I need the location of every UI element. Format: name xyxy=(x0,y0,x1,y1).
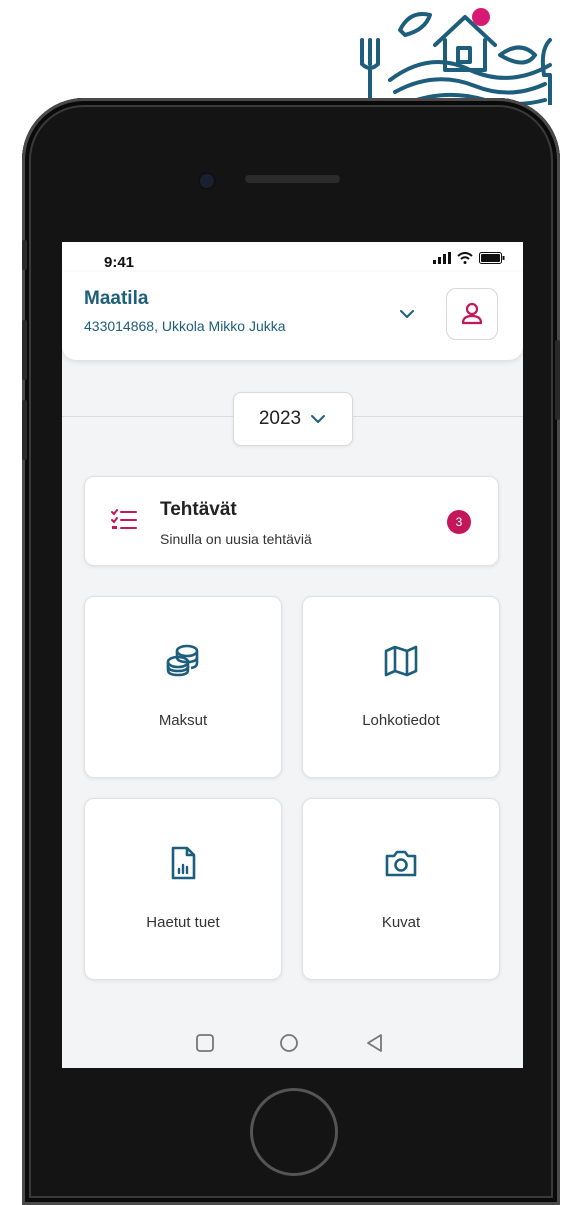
volume-up-button xyxy=(22,320,27,380)
chevron-down-icon xyxy=(311,415,326,423)
status-time: 9:41 xyxy=(104,254,135,271)
status-icons xyxy=(433,252,505,264)
tile-maksut[interactable]: Maksut xyxy=(84,596,282,778)
back-icon[interactable] xyxy=(364,1032,386,1054)
tile-label: Lohkotiedot xyxy=(362,712,440,729)
document-chart-icon xyxy=(171,846,196,880)
app-screen: 9:41 Maatila 433014868, Ukkola Mikko Juk… xyxy=(62,242,523,1068)
earpiece-speaker xyxy=(245,175,340,183)
home-icon[interactable] xyxy=(278,1032,300,1054)
tile-label: Haetut tuet xyxy=(146,914,220,931)
recent-apps-icon[interactable] xyxy=(194,1032,216,1054)
home-button[interactable] xyxy=(250,1088,338,1176)
tile-haetut-tuet[interactable]: Haetut tuet xyxy=(84,798,282,980)
farm-title: Maatila xyxy=(84,288,149,309)
task-list-icon xyxy=(111,509,137,529)
signal-icon xyxy=(433,252,451,264)
camera-icon xyxy=(385,850,417,877)
tile-label: Kuvat xyxy=(381,914,421,931)
tile-kuvat[interactable]: Kuvat xyxy=(302,798,500,980)
power-button xyxy=(555,340,560,420)
divider-left xyxy=(62,416,233,417)
coins-icon xyxy=(166,644,199,677)
front-camera xyxy=(198,172,216,190)
tasks-card[interactable]: Tehtävät Sinulla on uusia tehtäviä 3 xyxy=(84,476,499,566)
wifi-icon xyxy=(457,252,473,264)
system-nav-bar xyxy=(62,1014,523,1068)
brand-logo xyxy=(360,8,552,105)
profile-button[interactable] xyxy=(446,288,498,340)
tile-lohkotiedot[interactable]: Lohkotiedot xyxy=(302,596,500,778)
tasks-title: Tehtävät xyxy=(160,499,237,520)
divider-right xyxy=(353,416,523,417)
battery-icon xyxy=(479,252,505,264)
status-bar: 9:41 xyxy=(62,242,523,272)
map-icon xyxy=(384,645,418,677)
farm-subtitle: 433014868, Ukkola Mikko Jukka xyxy=(84,318,286,334)
tile-label: Maksut xyxy=(158,712,208,729)
chevron-down-icon[interactable] xyxy=(397,304,417,324)
volume-down-button xyxy=(22,400,27,460)
year-value: 2023 xyxy=(258,408,302,429)
tasks-count-badge: 3 xyxy=(447,510,471,534)
farm-header: Maatila 433014868, Ukkola Mikko Jukka xyxy=(62,272,523,360)
tasks-subtitle: Sinulla on uusia tehtäviä xyxy=(160,531,312,547)
side-button xyxy=(22,240,27,270)
year-selector[interactable]: 2023 xyxy=(233,392,353,446)
user-icon xyxy=(461,302,483,325)
